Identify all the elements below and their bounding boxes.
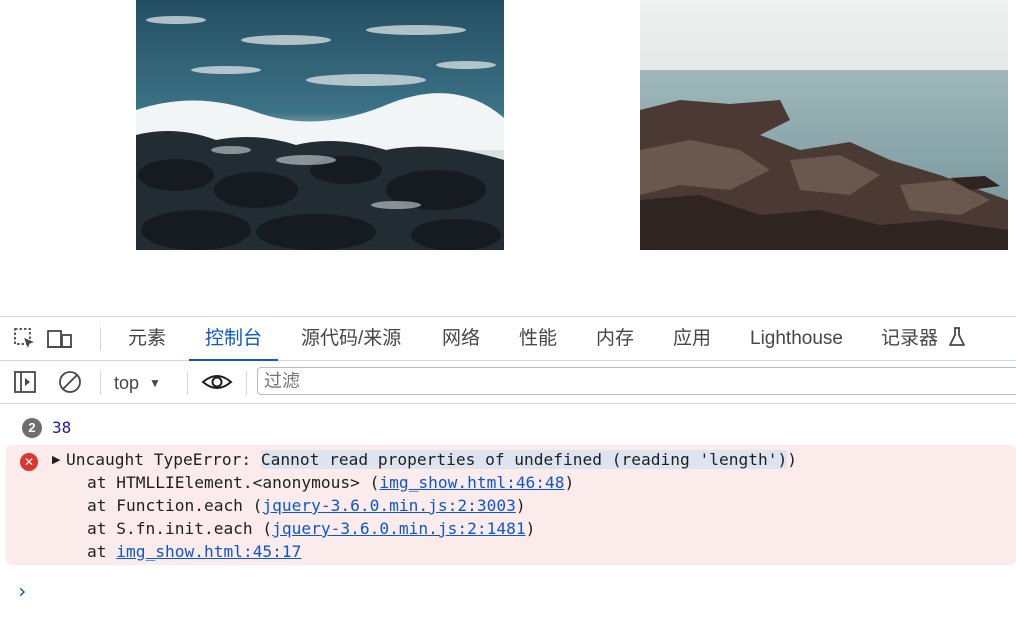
tab-memory[interactable]: 内存 — [596, 317, 634, 360]
repeat-count-badge: 2 — [22, 418, 42, 438]
ocean-waves-rocks-photo — [136, 0, 504, 250]
tab-elements[interactable]: 元素 — [128, 317, 166, 360]
error-message-text: Cannot read properties of undefined (rea… — [260, 450, 788, 469]
tab-recorder-label: 记录器 — [881, 328, 939, 349]
console-filter-input[interactable] — [257, 367, 1016, 395]
stack-frame-link[interactable]: jquery-3.6.0.min.js:2:3003 — [262, 496, 515, 515]
stack-frame-suffix: ) — [525, 519, 536, 538]
tabbar-divider — [100, 327, 101, 351]
stack-frame-prefix: at Function.each ( — [87, 496, 263, 515]
devtools-panel: 元素 控制台 源代码/来源 网络 性能 内存 应用 Lighthouse 记录器 — [0, 316, 1016, 620]
tab-sources[interactable]: 源代码/来源 — [301, 317, 401, 360]
stack-frame-prefix: at HTMLLIElement.<anonymous> ( — [87, 473, 380, 492]
tab-network[interactable]: 网络 — [442, 317, 480, 360]
caret-down-icon: ▼ — [149, 376, 161, 390]
error-header: Uncaught TypeError: Cannot read properti… — [66, 449, 797, 471]
filterbar-divider-3 — [246, 371, 247, 395]
tab-console[interactable]: 控制台 — [188, 317, 279, 361]
device-toolbar-icon[interactable] — [47, 327, 72, 351]
tab-lighthouse[interactable]: Lighthouse — [750, 317, 843, 360]
stack-frame: at img_show.html:45:17 — [87, 541, 301, 563]
rocky-coast-sea-photo — [640, 0, 1008, 250]
console-prompt[interactable]: › — [16, 579, 28, 603]
stack-frame-prefix: at S.fn.init.each ( — [87, 519, 273, 538]
error-close-paren: ) — [787, 450, 797, 469]
expand-arrow-icon[interactable]: ▶ — [52, 453, 60, 466]
stack-frame-link[interactable]: jquery-3.6.0.min.js:2:1481 — [272, 519, 525, 538]
context-value: top — [114, 373, 140, 393]
devtools-tabbar: 元素 控制台 源代码/来源 网络 性能 内存 应用 Lighthouse 记录器 — [0, 317, 1016, 361]
stack-frame-link[interactable]: img_show.html:45:17 — [116, 542, 301, 561]
stack-frame: at HTMLLIElement.<anonymous> (img_show.h… — [87, 472, 574, 494]
stack-frame-suffix: ) — [515, 496, 526, 515]
context-selector[interactable]: top ▼ — [114, 369, 161, 397]
error-type: Uncaught TypeError: — [66, 450, 252, 469]
inspect-element-icon[interactable] — [13, 327, 37, 351]
tab-recorder[interactable]: 记录器 — [881, 317, 966, 360]
stack-frame-prefix: at — [87, 542, 117, 561]
show-sidebar-icon[interactable] — [13, 370, 37, 394]
tab-application[interactable]: 应用 — [673, 317, 711, 360]
stack-frame-suffix: ) — [564, 473, 575, 492]
log-value: 38 — [52, 418, 72, 437]
error-icon: ✕ — [20, 453, 38, 471]
console-filterbar: top ▼ — [0, 361, 1016, 404]
clear-console-icon[interactable] — [58, 370, 82, 394]
console-error-message: ✕ ▶ Uncaught TypeError: Cannot read prop… — [6, 445, 1016, 565]
stack-frame-link[interactable]: img_show.html:46:48 — [379, 473, 564, 492]
tab-performance[interactable]: 性能 — [519, 317, 557, 360]
filterbar-divider — [100, 371, 101, 395]
stack-frame: at S.fn.init.each (jquery-3.6.0.min.js:2… — [87, 518, 535, 540]
filterbar-divider-2 — [187, 371, 188, 395]
console-log-row: 2 38 — [0, 409, 1016, 441]
stack-frame: at Function.each (jquery-3.6.0.min.js:2:… — [87, 495, 526, 517]
live-expression-eye-icon[interactable] — [201, 370, 233, 394]
flask-icon — [949, 320, 966, 364]
